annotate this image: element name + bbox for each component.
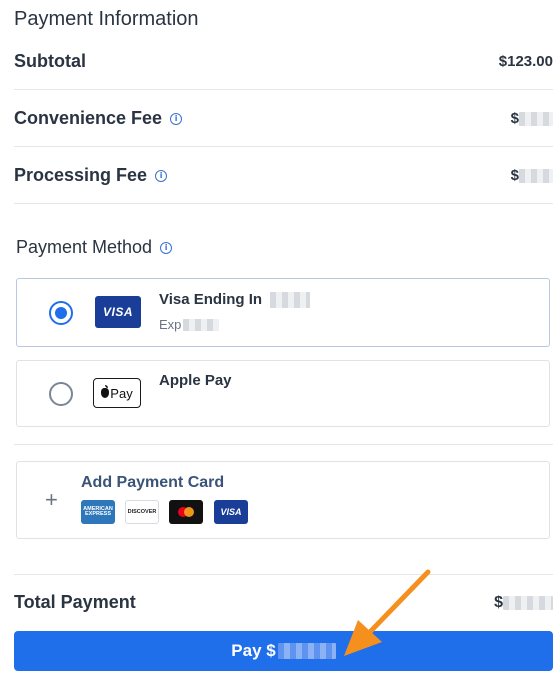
- processing-fee-row: Processing Fee i $: [14, 147, 553, 204]
- payment-method-title-group: Payment Method i: [16, 237, 173, 258]
- mastercard-yellow-circle: [184, 507, 194, 517]
- subtotal-row: Subtotal $123.00: [14, 33, 553, 90]
- visa-option-title: Visa Ending In: [159, 291, 263, 308]
- total-payment-label: Total Payment: [14, 592, 136, 612]
- info-icon[interactable]: i: [155, 169, 168, 182]
- subtotal-value: $123.00: [498, 53, 553, 70]
- redacted-pay-amount: [277, 643, 336, 659]
- apple-icon: [101, 385, 110, 398]
- pay-button-label: Pay $: [231, 641, 276, 660]
- payment-option-applepay[interactable]: Pay Apple Pay: [16, 360, 550, 427]
- convenience-fee-value-group: $: [511, 110, 553, 127]
- amex-text: AMERICAN EXPRESS: [83, 505, 113, 517]
- convenience-fee-row: Convenience Fee i $: [14, 90, 553, 147]
- redacted-exp: [183, 318, 220, 331]
- payment-option-visa[interactable]: VISA Visa Ending In Exp: [16, 278, 550, 347]
- radio-applepay[interactable]: [49, 382, 73, 406]
- radio-visa-selected[interactable]: [49, 301, 73, 325]
- divider: [14, 203, 553, 204]
- info-icon[interactable]: i: [160, 241, 173, 254]
- convenience-fee-label-group: Convenience Fee i: [14, 108, 183, 129]
- redacted-amount: [519, 111, 553, 126]
- processing-fee-label: Processing Fee: [14, 165, 148, 185]
- total-payment-value: $: [494, 594, 503, 611]
- discover-icon: DISCOVER: [125, 500, 159, 524]
- arrow-shaft: [365, 569, 431, 637]
- convenience-fee-value: $: [510, 110, 519, 127]
- discover-text: DISCOVER: [127, 509, 157, 515]
- visa-option-exp-group: Exp: [159, 317, 220, 332]
- processing-fee-label-group: Processing Fee i: [14, 165, 168, 186]
- apple-pay-logo-icon: Pay: [93, 378, 141, 408]
- divider: [14, 574, 553, 575]
- redacted-card-digits: [270, 291, 311, 308]
- mastercard-icon: [169, 500, 203, 524]
- divider: [14, 444, 553, 445]
- processing-fee-value-group: $: [511, 167, 553, 184]
- add-payment-card[interactable]: + Add Payment Card AMERICAN EXPRESS DISC…: [16, 461, 550, 539]
- visa-icon: VISA: [214, 500, 248, 524]
- visa-option-title-group: Visa Ending In: [159, 291, 311, 308]
- info-icon[interactable]: i: [170, 112, 183, 125]
- add-payment-card-label: Add Payment Card: [81, 474, 225, 491]
- arrow-annotation-icon: [344, 569, 431, 656]
- pay-button[interactable]: Pay $: [14, 631, 553, 671]
- total-payment-value-group: $: [494, 594, 553, 612]
- page-title: Payment Information: [14, 8, 199, 30]
- visa-logo-icon: VISA: [95, 296, 141, 328]
- visa-mini-text: VISA: [220, 507, 242, 517]
- subtotal-label: Subtotal: [14, 51, 86, 71]
- processing-fee-value: $: [510, 167, 519, 184]
- visa-option-exp: Exp: [159, 317, 182, 332]
- convenience-fee-label: Convenience Fee: [14, 108, 163, 128]
- redacted-amount: [519, 168, 553, 183]
- plus-icon: +: [45, 487, 58, 512]
- redacted-amount: [503, 596, 553, 610]
- amex-icon: AMERICAN EXPRESS: [81, 500, 115, 524]
- payment-method-title: Payment Method: [16, 237, 153, 257]
- applepay-option-title: Apple Pay: [159, 372, 232, 389]
- apple-pay-logo-text: Pay: [110, 385, 133, 401]
